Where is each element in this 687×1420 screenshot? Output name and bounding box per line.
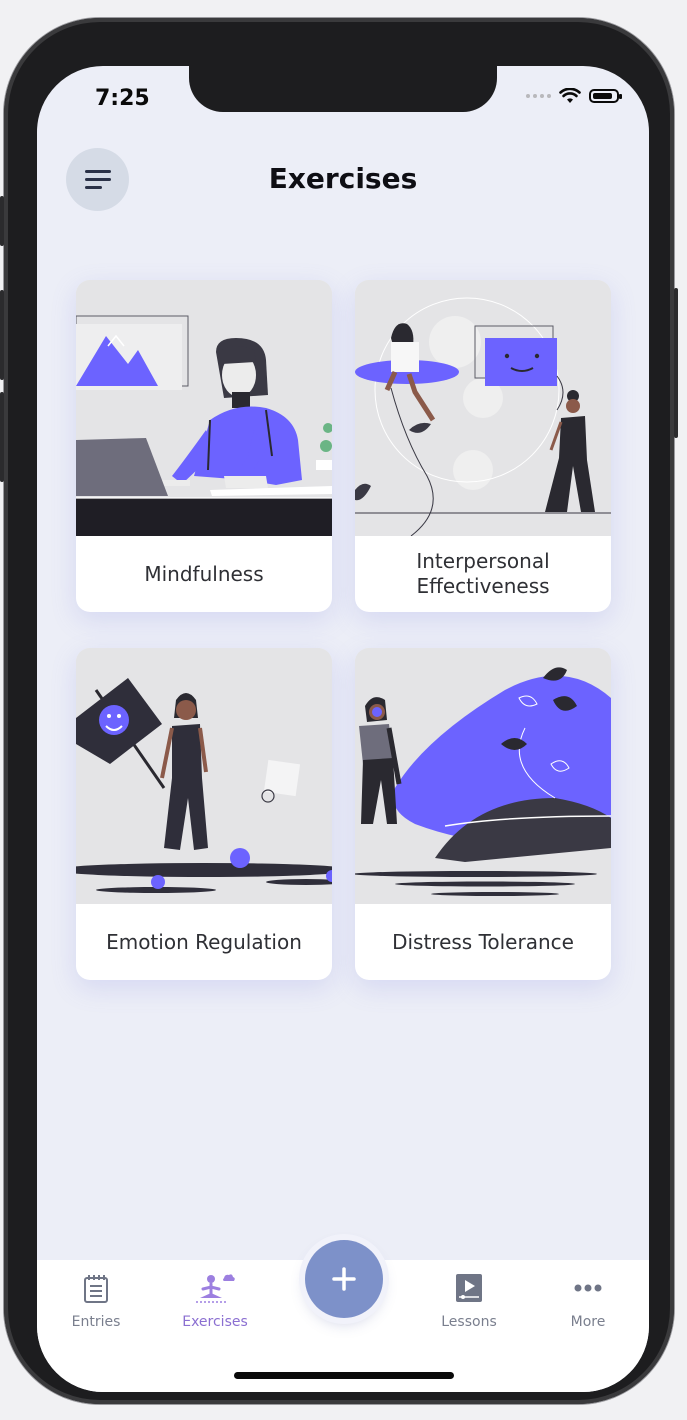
exercise-card-distress-tolerance[interactable]: Distress Tolerance: [355, 648, 611, 980]
battery-icon: [589, 89, 622, 103]
card-label: Distress Tolerance: [392, 929, 574, 954]
tab-exercises[interactable]: Exercises: [165, 1260, 265, 1340]
woman-with-headphones-illustration: [355, 648, 611, 904]
tab-label: Entries: [71, 1314, 121, 1330]
volume-down-button: [0, 392, 4, 482]
tab-label: Lessons: [441, 1314, 497, 1330]
tab-more[interactable]: More: [538, 1260, 638, 1340]
woman-with-sign-illustration: [76, 648, 332, 904]
tab-entries[interactable]: Entries: [46, 1260, 146, 1340]
tab-label: More: [570, 1314, 606, 1330]
home-indicator: [234, 1372, 454, 1379]
add-entry-button[interactable]: [305, 1240, 383, 1318]
tab-label: Exercises: [182, 1314, 248, 1330]
notch: [189, 66, 497, 112]
signal-icon: [526, 94, 551, 98]
status-time: 7:25: [95, 86, 150, 111]
exercise-card-emotion-regulation[interactable]: Emotion Regulation: [76, 648, 332, 980]
card-label: Interpersonal Effectiveness: [416, 549, 550, 598]
status-icons: [526, 88, 622, 104]
wifi-icon: [559, 88, 581, 103]
exercise-card-interpersonal-effectiveness[interactable]: Interpersonal Effectiveness: [355, 280, 611, 612]
plus-icon: [332, 1267, 356, 1291]
tab-lessons[interactable]: Lessons: [419, 1260, 519, 1340]
exercise-card-mindfulness[interactable]: Mindfulness: [76, 280, 332, 612]
video-icon: [456, 1274, 482, 1302]
phone-frame: 7:25 Exercises Mindfulness Interpersonal…: [0, 18, 678, 1404]
ellipsis-icon: [574, 1284, 602, 1292]
notebook-icon: [84, 1275, 108, 1303]
mute-switch: [0, 196, 4, 246]
page-title: Exercises: [268, 162, 418, 195]
meditation-icon: [196, 1274, 235, 1303]
card-label: Mindfulness: [144, 561, 264, 586]
app-screen: 7:25 Exercises Mindfulness Interpersonal…: [37, 66, 649, 1392]
people-with-screen-illustration: [355, 280, 611, 537]
power-button: [674, 288, 678, 438]
card-label: Emotion Regulation: [106, 929, 302, 954]
volume-up-button: [0, 290, 4, 380]
woman-at-laptop-illustration: [76, 280, 332, 536]
